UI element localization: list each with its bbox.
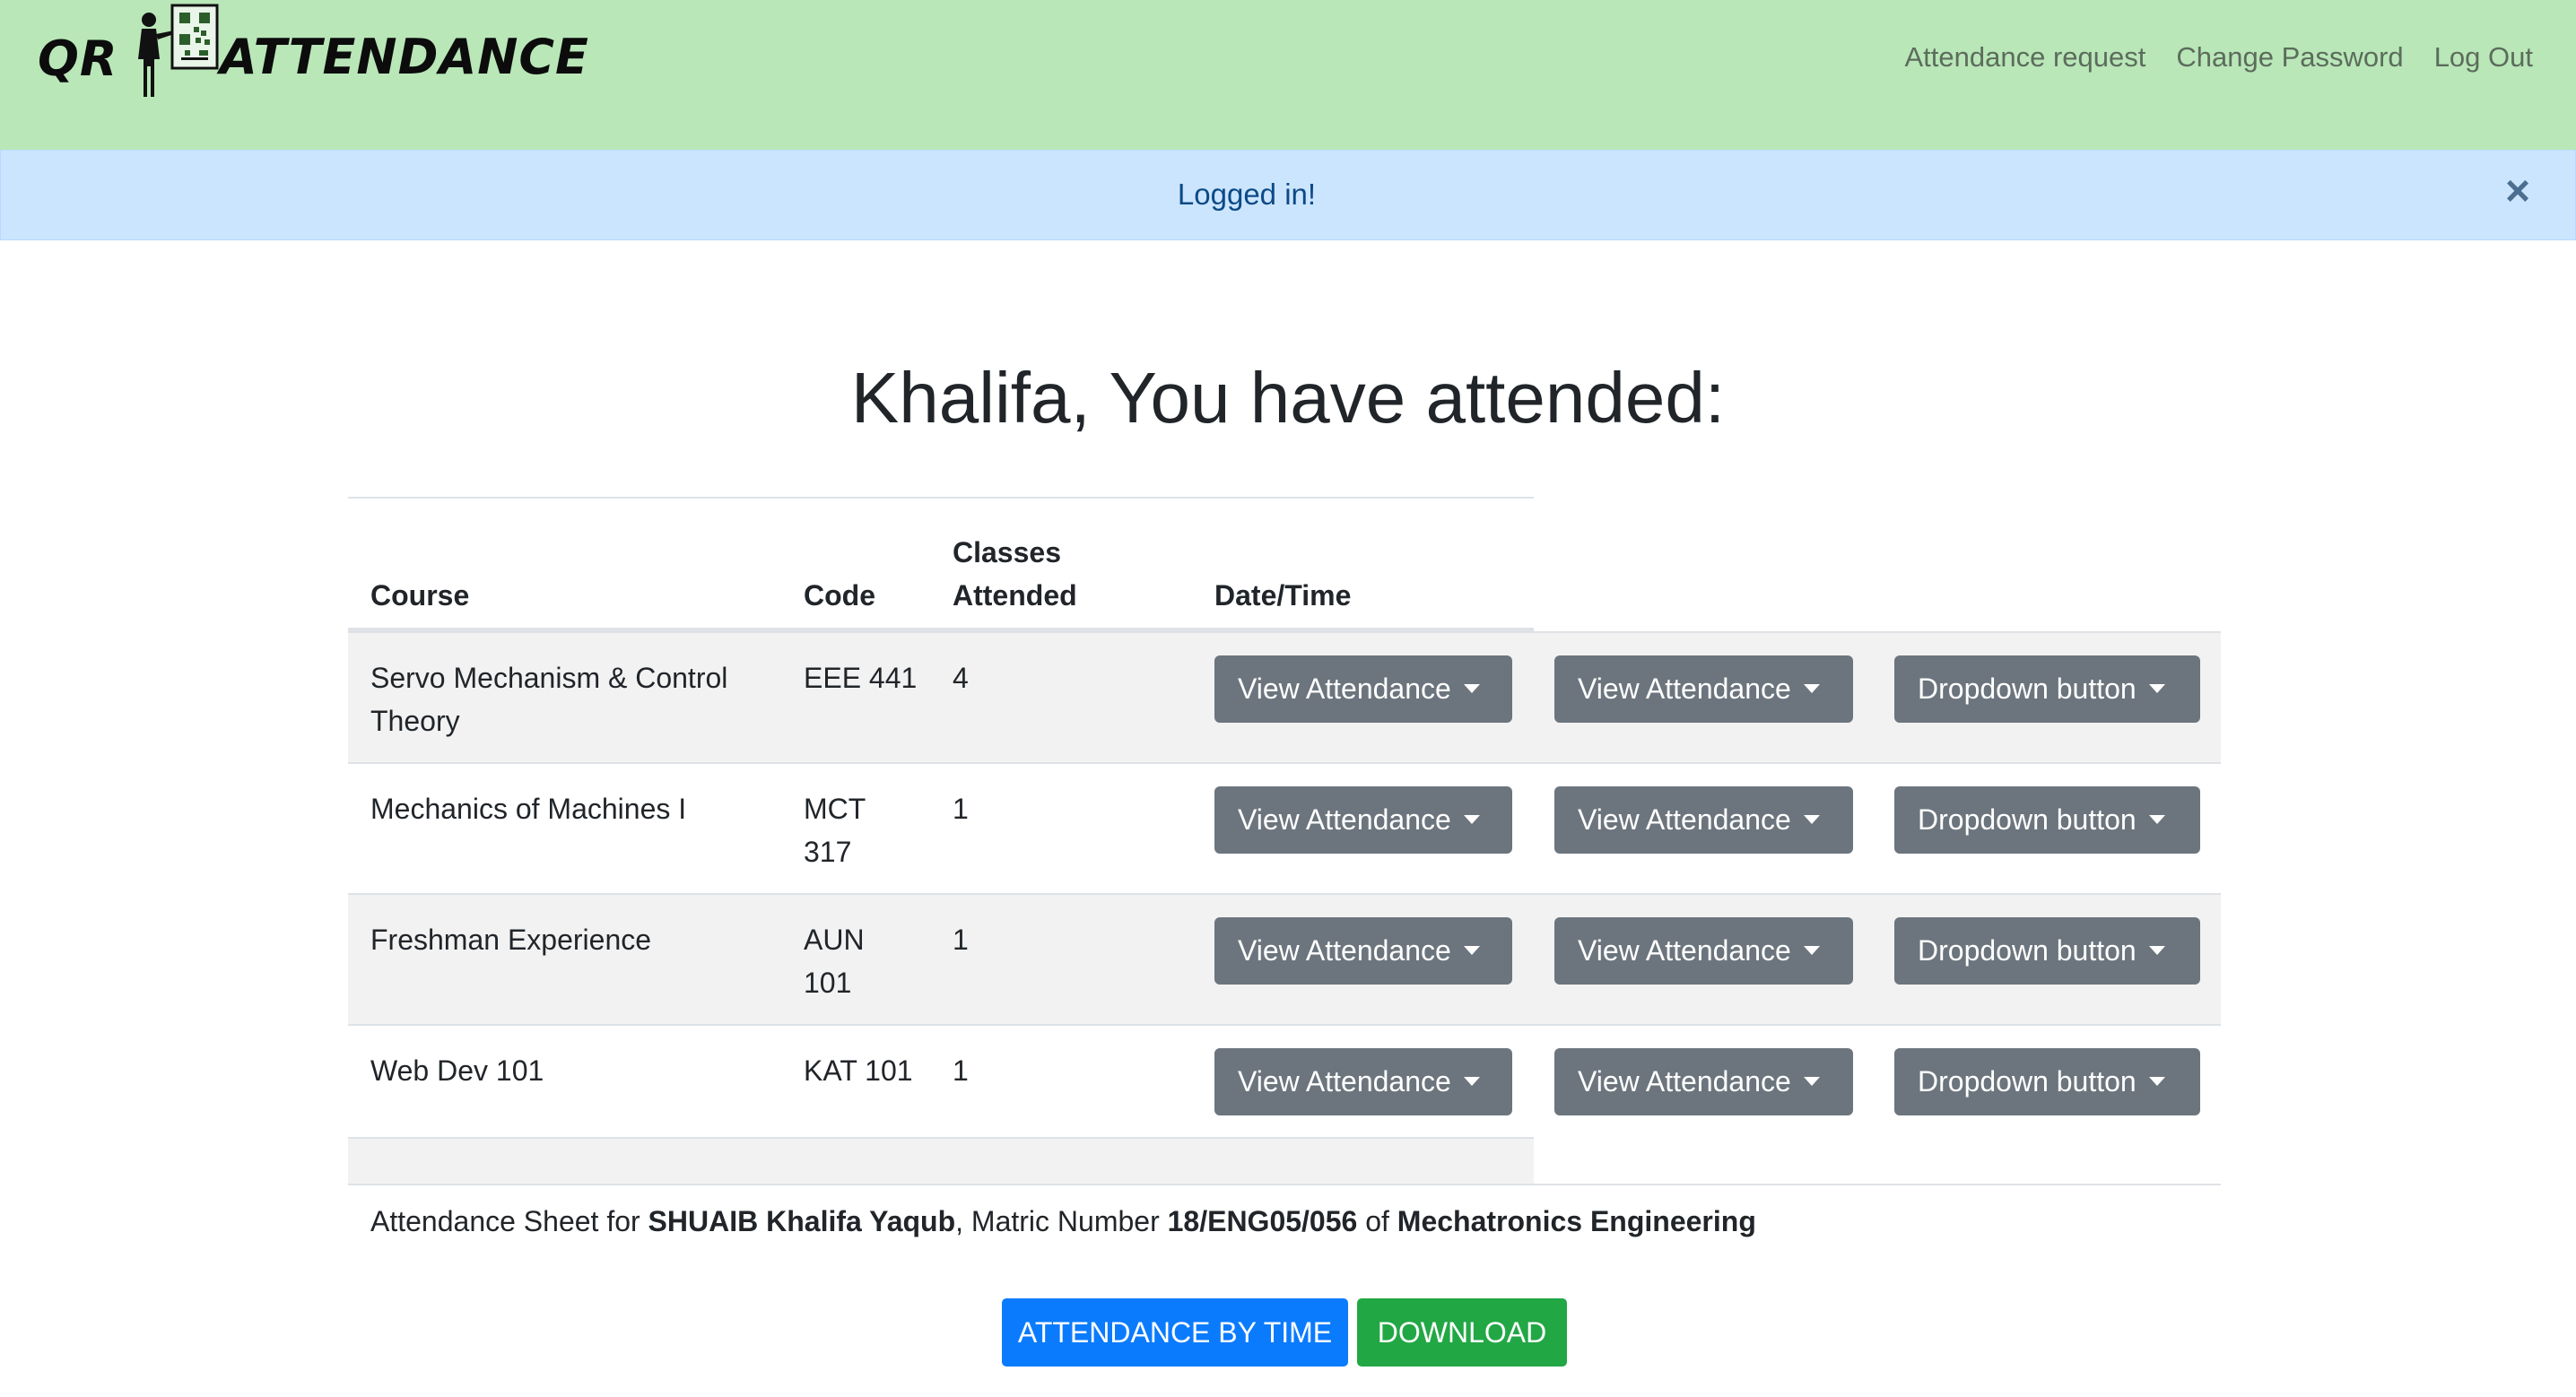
classes-attended-count: 1 — [953, 1054, 969, 1087]
view-attendance-dropdown-button[interactable]: View Attendance — [1554, 1048, 1853, 1115]
button-label: View Attendance — [1238, 934, 1451, 967]
button-label: Dropdown button — [1918, 934, 2137, 967]
button-label: View Attendance — [1238, 1065, 1451, 1098]
header-classes-attended: Classes Attended — [953, 531, 1077, 617]
attendance-table: Course Code Classes Attended Date/Time S… — [348, 497, 2221, 1185]
course-code: AUN 101 — [804, 924, 865, 999]
matric-number: 18/ENG05/056 — [1167, 1205, 1358, 1237]
table-row: Freshman Experience AUN 101 1 View Atten… — [348, 893, 2221, 1024]
table-row: Servo Mechanism & Control Theory EEE 441… — [348, 631, 2221, 762]
header-course: Course — [370, 579, 470, 612]
nav-attendance-request-link[interactable]: Attendance request — [1905, 41, 2146, 74]
button-label: View Attendance — [1578, 672, 1791, 705]
caret-down-icon — [2148, 946, 2165, 955]
caret-down-icon — [1803, 946, 1820, 955]
matric-label: , Matric Number — [955, 1205, 1168, 1237]
brand-qr-text: QR — [38, 30, 118, 87]
brand-logo[interactable]: QR ATTENDANCE — [36, 4, 588, 102]
header-classes-line1: Classes — [953, 536, 1061, 568]
download-button[interactable]: DOWNLOAD — [1357, 1298, 1567, 1367]
header-classes-line2: Attended — [953, 579, 1077, 612]
caret-down-icon — [2148, 815, 2165, 824]
attendance-by-time-button[interactable]: ATTENDANCE BY TIME — [1002, 1298, 1348, 1367]
course-name: Web Dev 101 — [370, 1054, 544, 1087]
caret-down-icon — [1463, 815, 1480, 824]
view-attendance-dropdown-button[interactable]: View Attendance — [1554, 786, 1853, 854]
department-name: Mechatronics Engineering — [1397, 1205, 1756, 1237]
button-label: View Attendance — [1238, 803, 1451, 836]
page-title: Khalifa, You have attended: — [850, 358, 1726, 438]
dropdown-button[interactable]: Dropdown button — [1894, 917, 2200, 985]
view-attendance-dropdown-button[interactable]: View Attendance — [1214, 786, 1512, 854]
caret-down-icon — [1803, 815, 1820, 824]
alert-message: Logged in! — [1177, 178, 1317, 211]
course-name: Mechanics of Machines I — [370, 793, 687, 825]
button-label: View Attendance — [1578, 1065, 1791, 1098]
table-row: Web Dev 101 KAT 101 1 View Attendance Vi… — [348, 1024, 2221, 1137]
button-label: Dropdown button — [1918, 1065, 2137, 1098]
view-attendance-dropdown-button[interactable]: View Attendance — [1554, 655, 1853, 723]
view-attendance-dropdown-button[interactable]: View Attendance — [1554, 917, 1853, 985]
caret-down-icon — [1803, 684, 1820, 693]
button-label: View Attendance — [1238, 672, 1451, 705]
navbar: QR ATTENDANCE Attendance request Change … — [0, 0, 2576, 150]
view-attendance-dropdown-button[interactable]: View Attendance — [1214, 917, 1512, 985]
course-name: Freshman Experience — [370, 924, 652, 956]
caret-down-icon — [1463, 684, 1480, 693]
dropdown-button[interactable]: Dropdown button — [1894, 786, 2200, 854]
caret-down-icon — [1803, 1077, 1820, 1086]
button-label: Dropdown button — [1918, 803, 2137, 836]
button-label: View Attendance — [1578, 803, 1791, 836]
attendance-sheet-info: Attendance Sheet for SHUAIB Khalifa Yaqu… — [370, 1205, 1756, 1238]
nav-links: Attendance request Change Password Log O… — [1905, 41, 2534, 74]
sheet-prefix: Attendance Sheet for — [370, 1205, 648, 1237]
classes-attended-count: 1 — [953, 924, 969, 956]
student-name: SHUAIB Khalifa Yaqub — [648, 1205, 956, 1237]
caret-down-icon — [1463, 946, 1480, 955]
login-alert: Logged in! × — [0, 150, 2576, 240]
dropdown-button[interactable]: Dropdown button — [1894, 1048, 2200, 1115]
course-code: KAT 101 — [804, 1054, 913, 1087]
classes-attended-count: 4 — [953, 662, 969, 694]
brand-attendance-text: ATTENDANCE — [220, 29, 589, 85]
view-attendance-dropdown-button[interactable]: View Attendance — [1214, 655, 1512, 723]
nav-change-password-link[interactable]: Change Password — [2176, 41, 2403, 74]
table-footer — [348, 1137, 1534, 1184]
course-name: Servo Mechanism & Control Theory — [370, 662, 728, 737]
view-attendance-dropdown-button[interactable]: View Attendance — [1214, 1048, 1512, 1115]
caret-down-icon — [2148, 1077, 2165, 1086]
nav-log-out-link[interactable]: Log Out — [2434, 41, 2533, 74]
button-label: Dropdown button — [1918, 672, 2137, 705]
table-header: Course Code Classes Attended Date/Time — [348, 497, 1534, 631]
dropdown-button[interactable]: Dropdown button — [1894, 655, 2200, 723]
close-icon[interactable]: × — [2496, 170, 2539, 213]
course-code: MCT 317 — [804, 793, 866, 868]
of-label: of — [1357, 1205, 1397, 1237]
caret-down-icon — [1463, 1077, 1480, 1086]
header-datetime: Date/Time — [1214, 579, 1352, 612]
classes-attended-count: 1 — [953, 793, 969, 825]
header-code: Code — [804, 579, 875, 612]
table-divider — [348, 1184, 2221, 1185]
table-row: Mechanics of Machines I MCT 317 1 View A… — [348, 762, 2221, 893]
course-code: EEE 441 — [804, 662, 918, 694]
caret-down-icon — [2148, 684, 2165, 693]
button-label: View Attendance — [1578, 934, 1791, 967]
